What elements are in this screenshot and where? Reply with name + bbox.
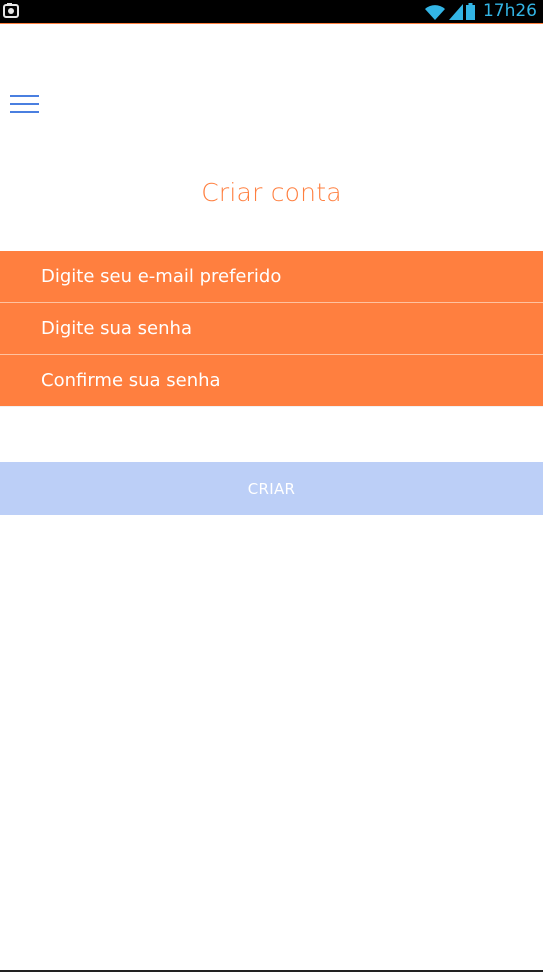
confirm-password-field[interactable] (0, 355, 543, 407)
notification-icon (3, 3, 19, 18)
password-field[interactable] (0, 303, 543, 355)
signal-icon (448, 3, 463, 20)
email-field[interactable] (0, 251, 543, 303)
create-account-button[interactable]: CRIAR (0, 462, 543, 515)
status-icons: 17h26 (424, 0, 537, 23)
wifi-icon (424, 4, 445, 20)
signup-form (0, 251, 543, 407)
page-title: Criar conta (201, 178, 342, 207)
battery-icon (465, 3, 475, 20)
status-time: 17h26 (482, 1, 537, 21)
hamburger-menu-icon[interactable] (6, 90, 42, 122)
status-bar: 17h26 (0, 0, 543, 24)
create-account-screen: 17h26 Criar conta CRIAR (0, 0, 543, 972)
